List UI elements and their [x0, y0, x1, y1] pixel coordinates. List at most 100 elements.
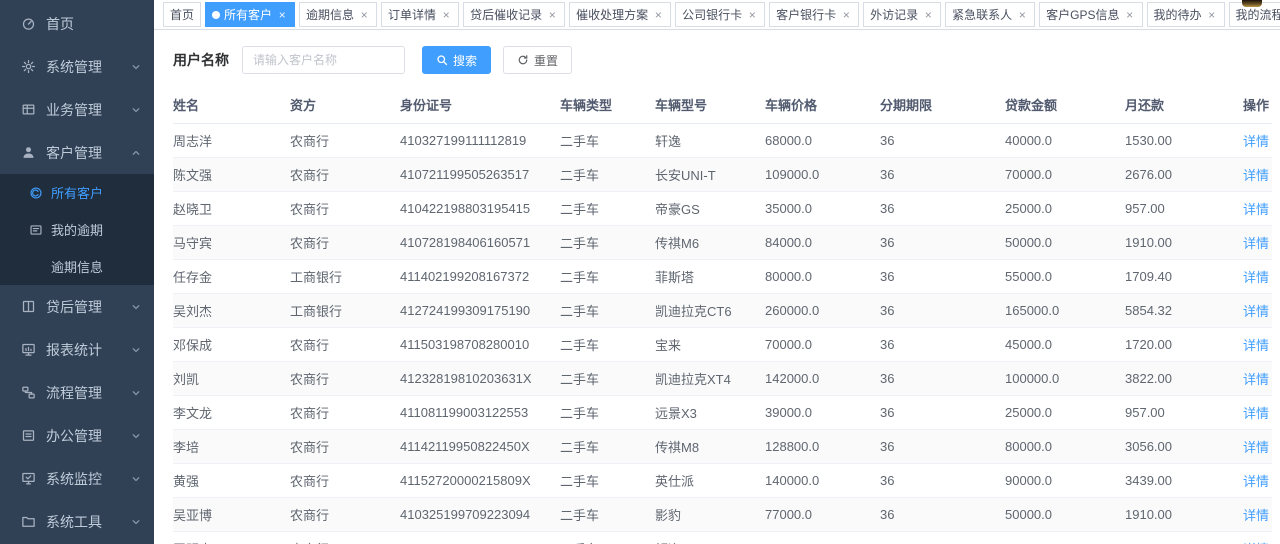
detail-link[interactable]: 详情: [1243, 270, 1269, 285]
tab-field-visit-records[interactable]: 外访记录 ×: [863, 2, 941, 27]
detail-link[interactable]: 详情: [1243, 304, 1269, 319]
columns-icon: [21, 299, 36, 314]
sidebar-item-business-management[interactable]: 业务管理: [0, 88, 154, 131]
detail-link[interactable]: 详情: [1243, 134, 1269, 149]
cell-vehicle-type: 二手车: [560, 396, 655, 430]
sidebar-item-post-loan-management[interactable]: 贷后管理: [0, 285, 154, 328]
sidebar-item-process-management[interactable]: 流程管理: [0, 371, 154, 414]
table-body: 周志洋 农商行 410327199111112819 二手车 轩逸 68000.…: [173, 124, 1272, 544]
monitor-icon: [21, 471, 36, 486]
cell-vehicle-price: 140000.0: [765, 464, 880, 498]
table-row: 陈文强 农商行 410721199505263517 二手车 长安UNI-T 1…: [173, 158, 1272, 192]
tab-overdue-info[interactable]: 逾期信息 ×: [299, 2, 377, 27]
column-header: 身份证号: [400, 89, 560, 124]
sidebar-item-label: 客户管理: [46, 143, 130, 163]
table-row: 任存金 工商银行 411402199208167372 二手车 菲斯塔 8000…: [173, 260, 1272, 294]
cell-loan-amount: 25000.0: [1005, 396, 1125, 430]
close-icon[interactable]: ×: [922, 9, 934, 21]
cell-installments: 36: [880, 124, 1005, 158]
cell-vehicle-model: 菲斯塔: [655, 260, 765, 294]
cell-installments: 36: [880, 498, 1005, 532]
tab-home[interactable]: 首页: [163, 2, 201, 27]
sidebar-item-system-management[interactable]: 系统管理: [0, 45, 154, 88]
sidebar-item-label: 系统工具: [46, 512, 130, 532]
active-dot: [212, 11, 220, 19]
chevron-up-icon: [130, 147, 142, 159]
main-area: 首页 所有客户 × 逾期信息 × 订单详情 × 贷后催收记录 × 催收处理方案 …: [154, 0, 1280, 544]
tab-label: 逾期信息: [306, 6, 354, 23]
detail-link[interactable]: 详情: [1243, 338, 1269, 353]
cell-monthly-payment: 3439.00: [1125, 464, 1240, 498]
tab-customer-gps-info[interactable]: 客户GPS信息 ×: [1039, 2, 1142, 27]
cell-name: 陈文强: [173, 158, 290, 192]
cell-funder: 农商行: [290, 430, 400, 464]
tab-post-loan-collection-records[interactable]: 贷后催收记录 ×: [463, 2, 565, 27]
close-icon[interactable]: ×: [1124, 9, 1136, 21]
cell-vehicle-model: 凯迪拉克XT4: [655, 362, 765, 396]
cell-funder: 农商行: [290, 396, 400, 430]
reset-button[interactable]: 重置: [503, 46, 572, 74]
cell-vehicle-model: 远景X3: [655, 396, 765, 430]
detail-link[interactable]: 详情: [1243, 236, 1269, 251]
table-header-row: 姓名资方身份证号车辆类型车辆型号车辆价格分期期限贷款金额月还款操作: [173, 89, 1272, 124]
sidebar-item-report-statistics[interactable]: 报表统计: [0, 328, 154, 371]
close-icon[interactable]: ×: [746, 9, 758, 21]
detail-link[interactable]: 详情: [1243, 168, 1269, 183]
close-icon[interactable]: ×: [1206, 9, 1218, 21]
tab-collection-plan[interactable]: 催收处理方案 ×: [569, 2, 671, 27]
column-header: 车辆价格: [765, 89, 880, 124]
sidebar-item-my-overdue[interactable]: 我的逾期: [0, 211, 154, 248]
cell-monthly-payment: 1720.00: [1125, 328, 1240, 362]
cell-vehicle-price: 128800.0: [765, 430, 880, 464]
close-icon[interactable]: ×: [276, 9, 288, 21]
sidebar-item-office-management[interactable]: 办公管理: [0, 414, 154, 457]
sidebar-item-system-tools[interactable]: 系统工具: [0, 500, 154, 543]
close-icon[interactable]: ×: [652, 9, 664, 21]
sidebar-item-customer-management[interactable]: 客户管理: [0, 131, 154, 174]
close-icon[interactable]: ×: [840, 9, 852, 21]
cell-vehicle-price: [765, 532, 880, 544]
tab-emergency-contacts[interactable]: 紧急联系人 ×: [945, 2, 1035, 27]
tab-all-customers[interactable]: 所有客户 ×: [205, 2, 295, 27]
search-button[interactable]: 搜索: [422, 46, 491, 74]
cell-id-number: 41152720000215809X: [400, 464, 560, 498]
close-icon[interactable]: ×: [1016, 9, 1028, 21]
detail-link[interactable]: 详情: [1243, 202, 1269, 217]
tab-my-todo[interactable]: 我的待办 ×: [1147, 2, 1225, 27]
flow-icon: [21, 385, 36, 400]
detail-link[interactable]: 详情: [1243, 372, 1269, 387]
tab-label: 我的流程: [1236, 6, 1280, 23]
grid-icon: [21, 102, 36, 117]
close-icon[interactable]: ×: [358, 9, 370, 21]
customer-name-input[interactable]: [242, 46, 405, 74]
customers-icon: [29, 186, 43, 200]
sidebar-item-all-customers[interactable]: 所有客户: [0, 174, 154, 211]
cell-id-number: 412724199309175190: [400, 294, 560, 328]
cell-name: 吴亚博: [173, 498, 290, 532]
cell-funder: 工商银行: [290, 294, 400, 328]
detail-link[interactable]: 详情: [1243, 474, 1269, 489]
cell-vehicle-type: 二手车: [560, 362, 655, 396]
cell-monthly-payment: 3056.00: [1125, 430, 1240, 464]
tab-label: 催收处理方案: [576, 6, 648, 23]
cell-vehicle-price: 77000.0: [765, 498, 880, 532]
cell-funder: 农商行: [290, 226, 400, 260]
tab-order-detail[interactable]: 订单详情 ×: [381, 2, 459, 27]
cell-vehicle-type: 二手车: [560, 532, 655, 544]
close-icon[interactable]: ×: [546, 9, 558, 21]
tab-customer-bank-card[interactable]: 客户银行卡 ×: [769, 2, 859, 27]
tags-view-bar: 首页 所有客户 × 逾期信息 × 订单详情 × 贷后催收记录 × 催收处理方案 …: [154, 0, 1280, 30]
sidebar-item-system-monitoring[interactable]: 系统监控: [0, 457, 154, 500]
detail-link[interactable]: 详情: [1243, 440, 1269, 455]
cell-vehicle-model: 轩逸: [655, 532, 765, 544]
detail-link[interactable]: 详情: [1243, 508, 1269, 523]
cell-name: 任存金: [173, 260, 290, 294]
sidebar-item-home[interactable]: 首页: [0, 2, 154, 45]
close-icon[interactable]: ×: [440, 9, 452, 21]
detail-link[interactable]: 详情: [1243, 406, 1269, 421]
user-avatar[interactable]: [1242, 0, 1262, 7]
sidebar-item-overdue-info[interactable]: 逾期信息: [0, 248, 154, 285]
tab-company-bank-card[interactable]: 公司银行卡 ×: [675, 2, 765, 27]
cell-loan-amount: 50000.0: [1005, 498, 1125, 532]
cell-id-number: [400, 532, 560, 544]
